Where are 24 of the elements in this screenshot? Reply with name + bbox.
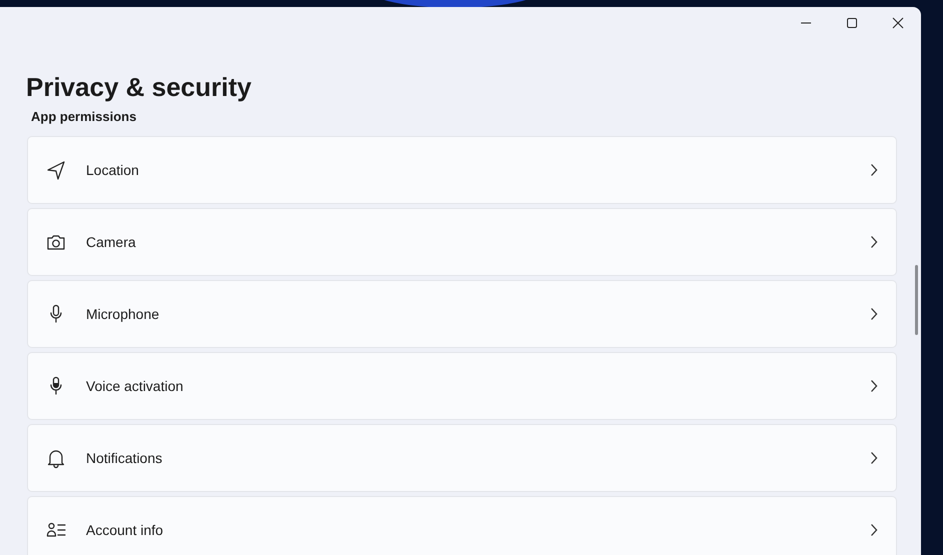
row-label: Voice activation (86, 376, 184, 396)
close-icon (892, 17, 904, 29)
chevron-right-icon (870, 235, 878, 249)
row-label: Camera (86, 232, 137, 252)
permission-row[interactable]: Camera (27, 208, 897, 276)
page-title: Privacy & security (26, 71, 252, 104)
section-header: App permissions (31, 109, 136, 124)
permission-row[interactable]: Location (27, 136, 897, 204)
location-arrow-icon (45, 159, 67, 181)
chevron-right-icon (870, 379, 878, 393)
chevron-right-icon (870, 523, 878, 537)
permission-row[interactable]: Account info (27, 496, 897, 555)
chevron-right-icon (870, 307, 878, 321)
chevron-right-icon (870, 451, 878, 465)
row-label: Account info (86, 520, 164, 540)
row-label: Notifications (86, 448, 164, 468)
scrollbar-thumb[interactable] (915, 265, 918, 335)
permission-row[interactable]: Notifications (27, 424, 897, 492)
permission-row[interactable]: Microphone (27, 280, 897, 348)
permission-row[interactable]: Voice activation (27, 352, 897, 420)
row-label: Location (86, 160, 140, 180)
chevron-right-icon (870, 163, 878, 177)
row-label: Microphone (86, 304, 160, 324)
maximize-icon (846, 17, 858, 29)
